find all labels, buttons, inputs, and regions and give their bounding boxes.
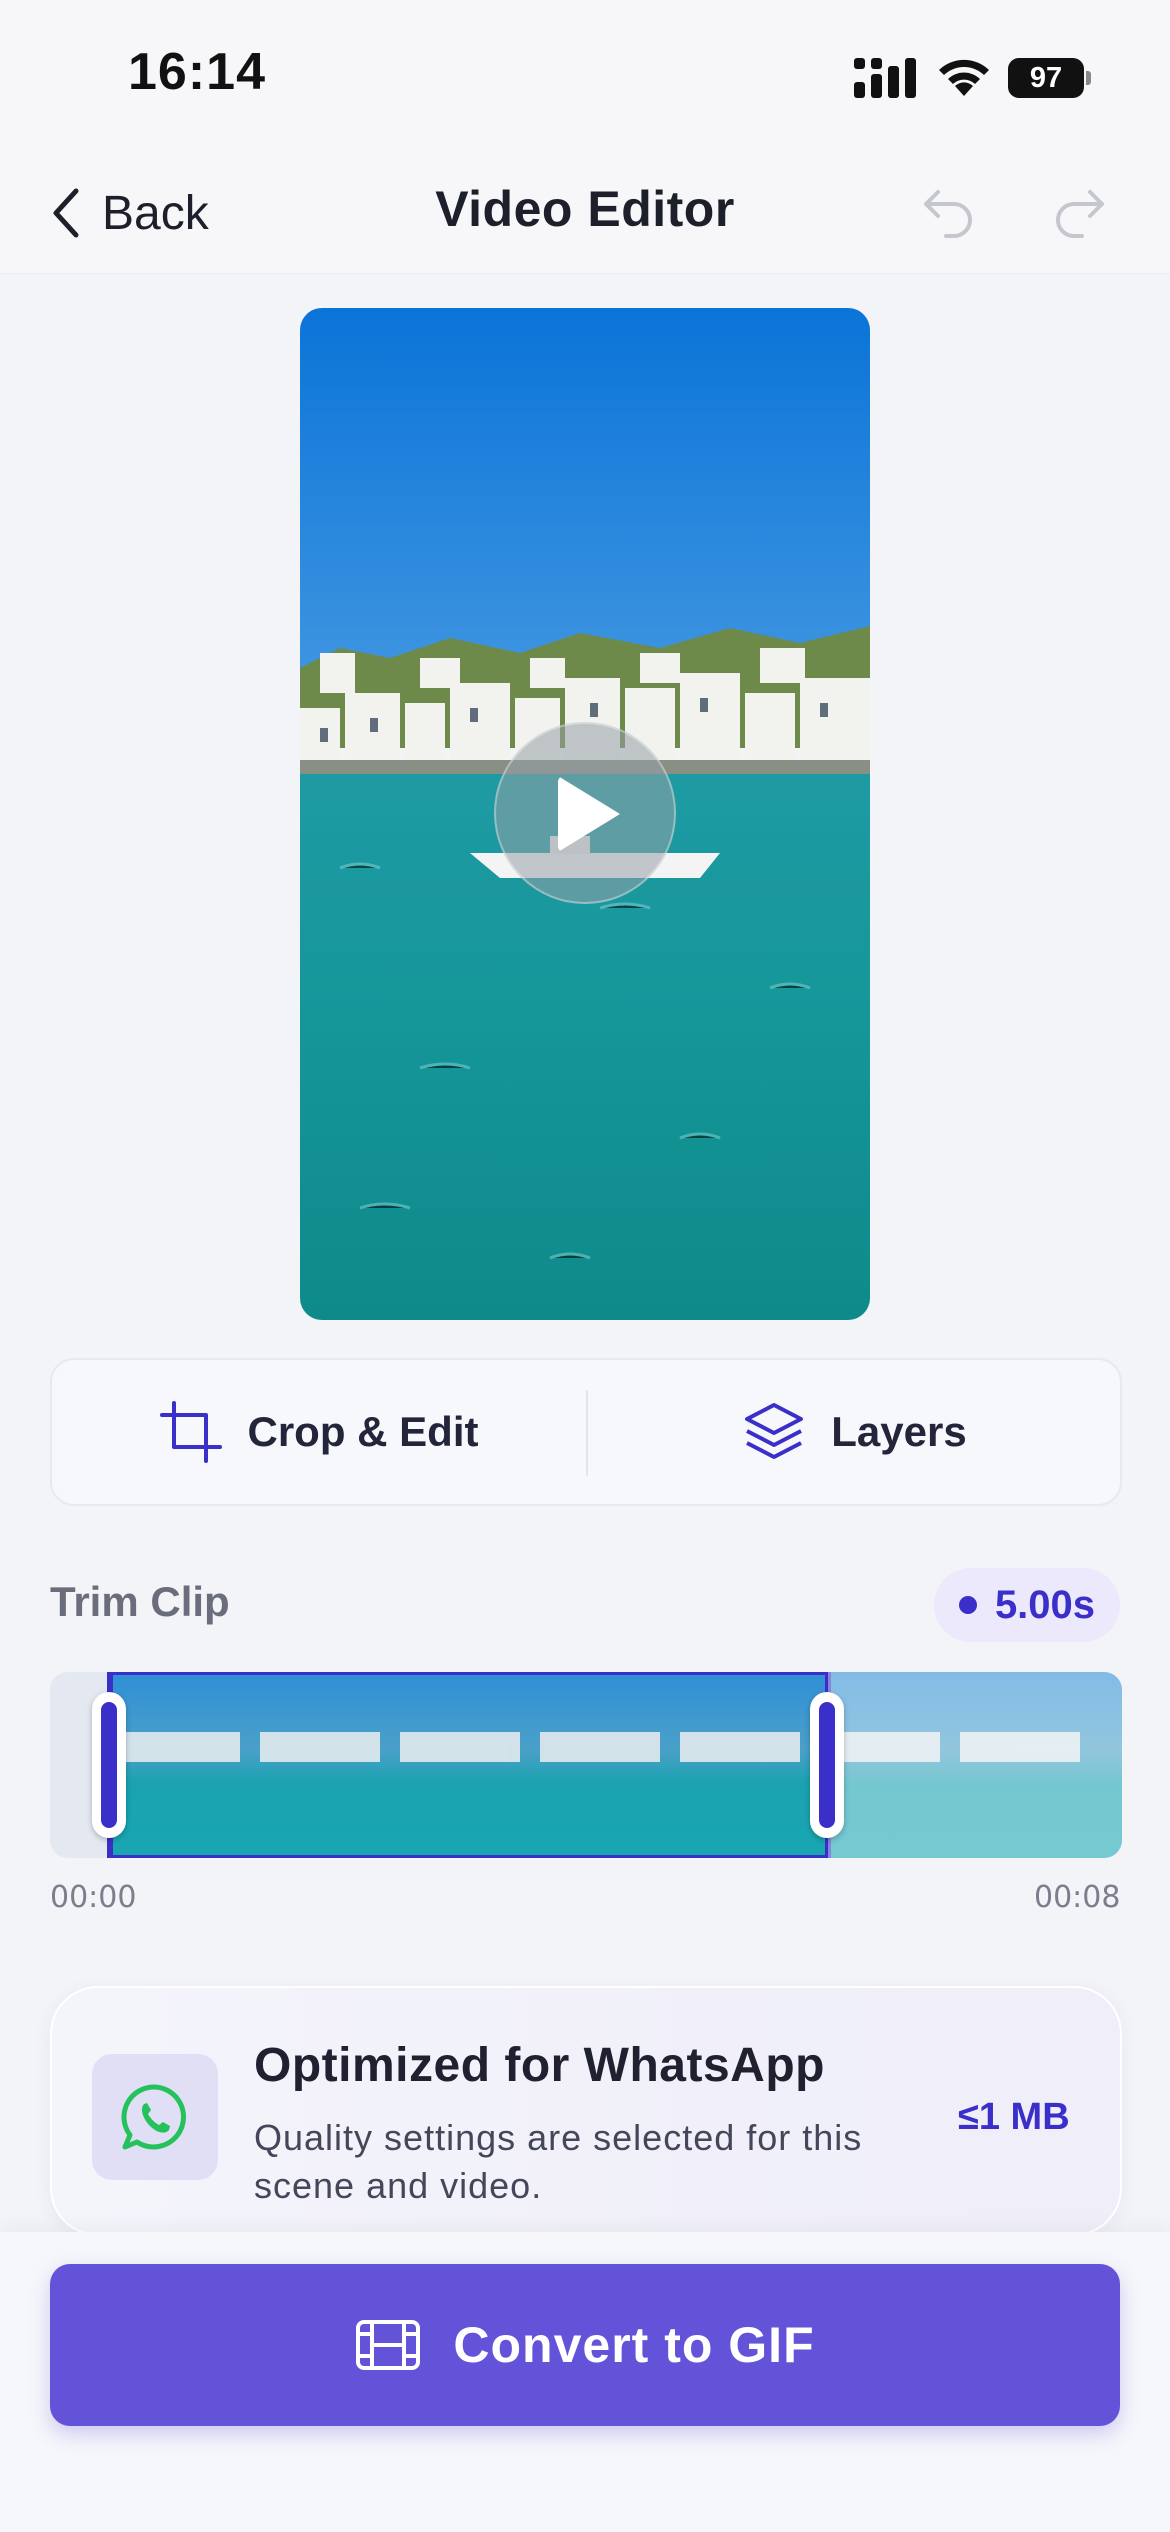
cellular-signal-icon xyxy=(854,58,916,98)
trim-timeline[interactable] xyxy=(50,1672,1122,1858)
whatsapp-icon-box xyxy=(92,2054,218,2180)
duration-dot xyxy=(958,1596,977,1614)
trim-clip-title: Trim Clip xyxy=(50,1578,230,1625)
crop-edit-label: Crop & Edit xyxy=(247,1408,479,1455)
page-title: Video Editor xyxy=(435,181,735,237)
crop-edit-button[interactable]: Crop & Edit xyxy=(52,1360,586,1504)
optimization-description: Quality settings are selected for this s… xyxy=(254,2117,863,2206)
battery-level: 97 xyxy=(1008,58,1084,98)
film-icon xyxy=(356,2320,421,2370)
trim-start-handle[interactable] xyxy=(92,1692,126,1838)
layers-icon xyxy=(745,1403,804,1459)
convert-to-gif-button[interactable]: Convert to GIF xyxy=(50,2264,1120,2426)
optimization-title: Optimized for WhatsApp xyxy=(254,2039,825,2092)
status-bar: 16:14 97 xyxy=(0,0,1170,150)
navigation-bar: Back Video Editor xyxy=(0,150,1170,274)
timeline-frames xyxy=(50,1672,1122,1858)
play-button[interactable] xyxy=(494,722,676,904)
whatsapp-icon xyxy=(121,2084,186,2150)
play-icon xyxy=(558,776,620,852)
status-time: 16:14 xyxy=(128,43,266,101)
layers-label: Layers xyxy=(831,1408,967,1455)
redo-icon[interactable] xyxy=(1050,180,1110,240)
duration-value: 5.00s xyxy=(994,1582,1096,1627)
wifi-icon xyxy=(939,59,989,96)
timeline-start-time: 00:00 xyxy=(50,1880,137,1915)
trim-end-handle[interactable] xyxy=(810,1692,844,1838)
timeline-end-time: 00:08 xyxy=(1034,1880,1121,1915)
layers-button[interactable]: Layers xyxy=(588,1360,1122,1504)
convert-label: Convert to GIF xyxy=(453,2317,815,2373)
battery-cap xyxy=(1086,71,1091,85)
duration-badge: 5.00s xyxy=(934,1568,1120,1642)
battery-icon: 97 xyxy=(1008,58,1091,98)
undo-icon[interactable] xyxy=(918,180,978,240)
crop-icon xyxy=(159,1401,222,1463)
optimization-card[interactable]: Optimized for WhatsApp Quality settings … xyxy=(50,1986,1122,2236)
editing-tools: Crop & Edit Layers xyxy=(50,1358,1122,1506)
size-limit: ≤1 MB xyxy=(958,2096,1070,2138)
